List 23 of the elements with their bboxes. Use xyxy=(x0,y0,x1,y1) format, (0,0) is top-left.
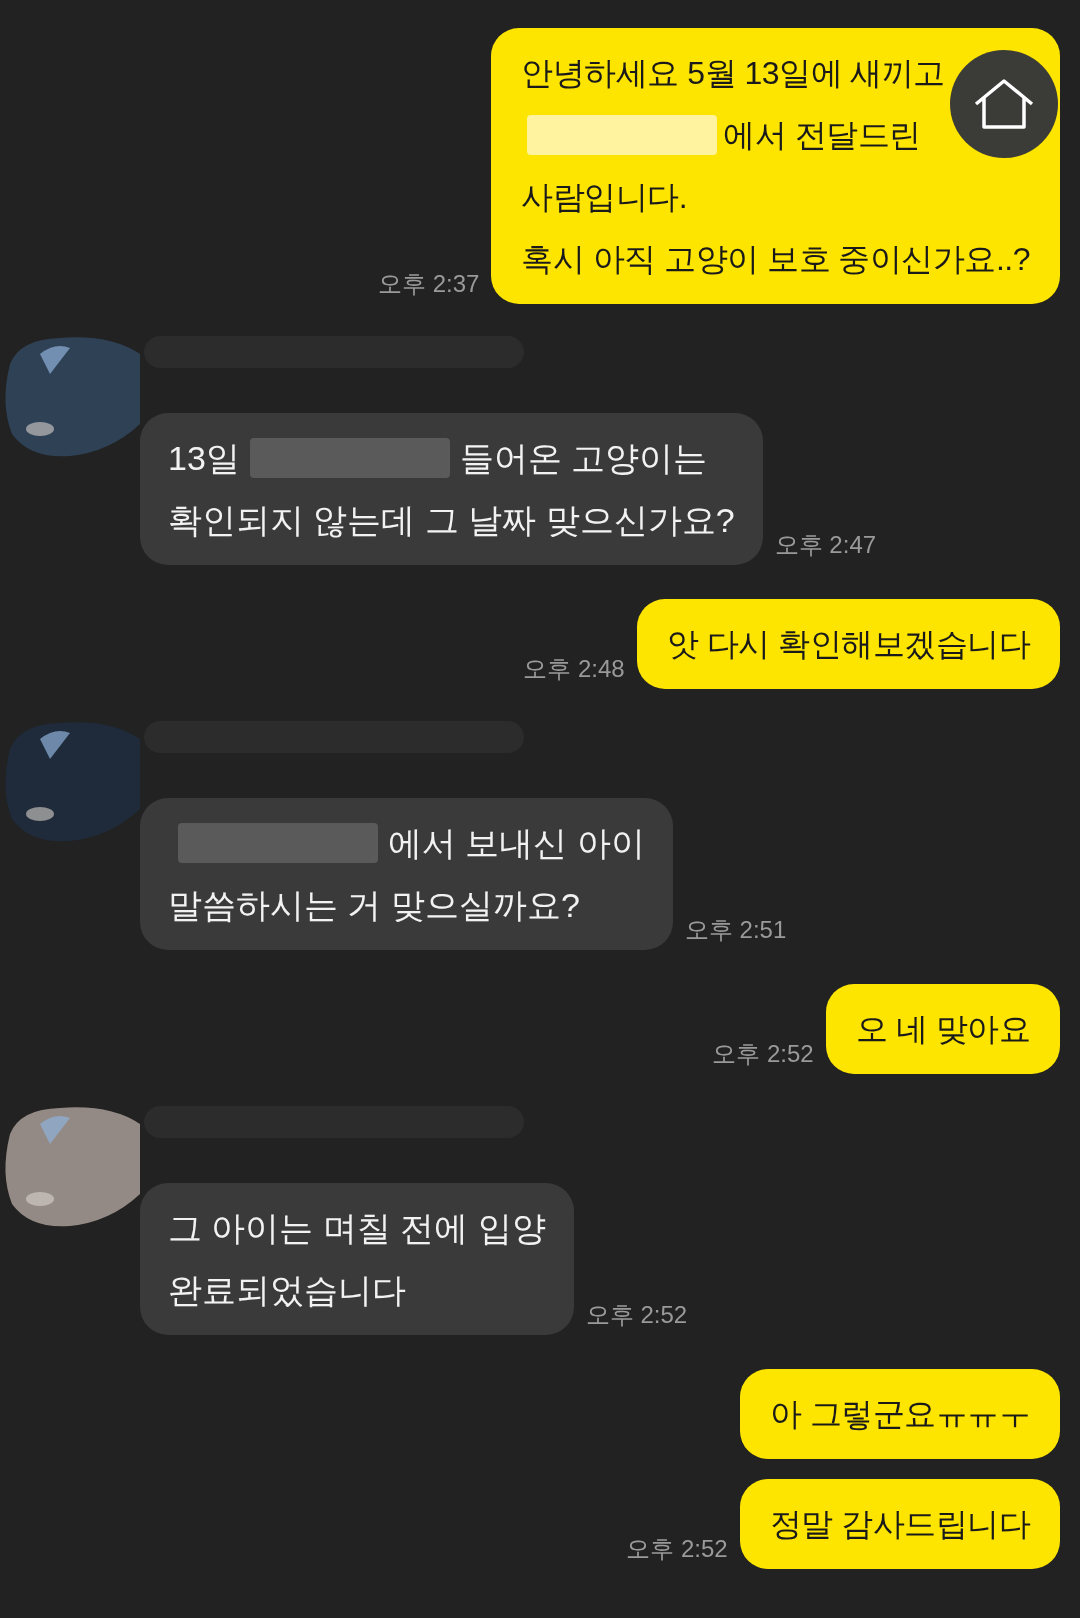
message-text: 사람입니다. xyxy=(521,178,688,217)
message-text: 에서 전달드린 xyxy=(723,116,921,155)
message-text: 그 아이는 며칠 전에 입양 xyxy=(168,1208,546,1249)
timestamp: 오후 2:52 xyxy=(626,1534,728,1564)
message-text: 안녕하세요 5월 13일에 새끼고 xyxy=(521,54,945,93)
message-text: 말씀하시는 거 맞으실까요? xyxy=(168,885,580,926)
timestamp: 오후 2:51 xyxy=(684,915,787,945)
message-text: 아 그렇군요ㅠㅠㅜ xyxy=(769,1395,1030,1434)
message-text: 혹시 아직 고양이 보호 중이신가요..? xyxy=(521,240,1030,279)
message-text: 에서 보내신 아이 xyxy=(388,823,645,864)
timestamp: 오후 2:37 xyxy=(377,269,480,299)
message-text: 13일 xyxy=(168,438,240,479)
timestamp: 오후 2:48 xyxy=(523,654,625,684)
timestamp: 오후 2:47 xyxy=(774,530,877,560)
timestamp: 오후 2:52 xyxy=(585,1300,688,1330)
home-icon xyxy=(973,78,1035,130)
message-text: 앗 다시 확인해보겠습니다 xyxy=(666,625,1030,664)
message-text: 확인되지 않는데 그 날짜 맞으신가요? xyxy=(168,500,735,541)
timestamp: 오후 2:52 xyxy=(712,1039,814,1069)
message-text: 오 네 맞아요 xyxy=(855,1010,1030,1049)
message-text: 완료되었습니다 xyxy=(168,1270,406,1311)
message-text: 정말 감사드립니다 xyxy=(769,1505,1030,1544)
message-text: 들어온 고양이는 xyxy=(459,438,708,479)
